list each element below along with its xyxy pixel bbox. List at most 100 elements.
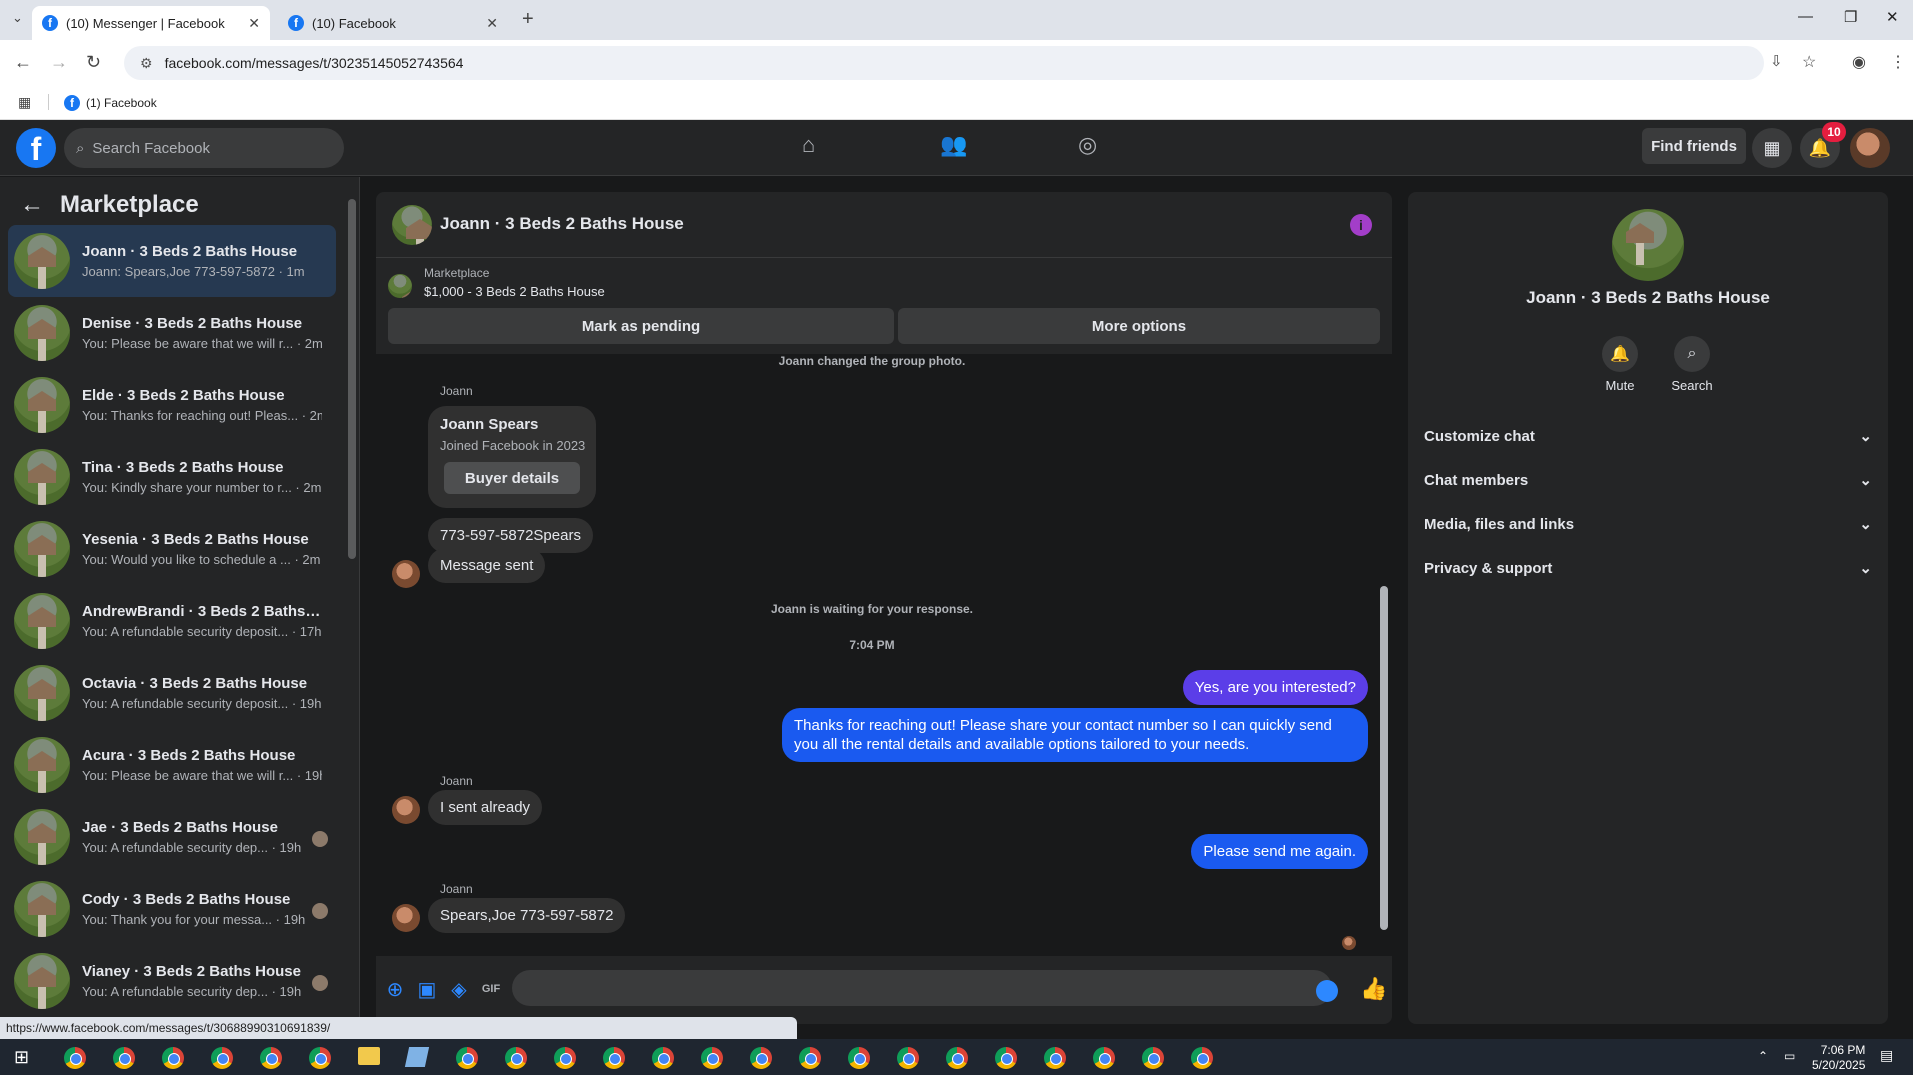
home-icon[interactable]: ⌂ bbox=[802, 132, 815, 158]
conversation-item[interactable]: Cody · 3 Beds 2 Baths House You: Thank yo… bbox=[8, 873, 336, 945]
media-files-links-row[interactable]: Media, files and links ⌄ bbox=[1424, 502, 1872, 546]
menu-dots-icon[interactable]: ⋮ bbox=[1890, 52, 1906, 72]
minimize-icon[interactable]: — bbox=[1798, 8, 1813, 25]
sidebar-scrollbar[interactable] bbox=[348, 199, 356, 559]
tab-facebook[interactable]: f (10) Facebook ✕ bbox=[278, 6, 508, 40]
close-tab-icon[interactable]: ✕ bbox=[486, 15, 498, 32]
tray-chevron-icon[interactable]: ⌃ bbox=[1758, 1049, 1768, 1063]
taskbar-clock[interactable]: 7:06 PM 5/20/2025 bbox=[1812, 1043, 1865, 1073]
bookmark-facebook[interactable]: (1) Facebook bbox=[86, 96, 157, 110]
clock-date: 5/20/2025 bbox=[1812, 1058, 1866, 1072]
sticker-icon[interactable]: ◈ bbox=[448, 978, 470, 1001]
back-arrow-icon[interactable]: ← bbox=[20, 191, 44, 219]
back-icon[interactable]: ← bbox=[14, 52, 32, 73]
mute-button[interactable]: 🔔 Mute bbox=[1590, 336, 1650, 393]
groups-icon[interactable]: ◎ bbox=[1078, 132, 1097, 158]
buyer-details-button[interactable]: Buyer details bbox=[444, 462, 580, 494]
chrome-icon[interactable] bbox=[1044, 1047, 1066, 1069]
sidebar-title: Marketplace bbox=[60, 191, 199, 218]
sender-name: Joann bbox=[440, 774, 473, 788]
chrome-icon[interactable] bbox=[309, 1047, 331, 1069]
sender-avatar[interactable] bbox=[392, 560, 420, 588]
restore-icon[interactable]: ❐ bbox=[1844, 8, 1857, 26]
network-icon[interactable]: ▭ bbox=[1784, 1049, 1795, 1063]
emoji-icon[interactable] bbox=[1316, 980, 1338, 1002]
chrome-icon[interactable] bbox=[603, 1047, 625, 1069]
chrome-icon[interactable] bbox=[946, 1047, 968, 1069]
chrome-icon[interactable] bbox=[652, 1047, 674, 1069]
notepad-icon[interactable] bbox=[404, 1047, 430, 1067]
profile-icon[interactable]: ◉ bbox=[1852, 52, 1866, 72]
chrome-icon[interactable] bbox=[211, 1047, 233, 1069]
apps-grid-icon[interactable]: ▦ bbox=[18, 94, 31, 111]
conversation-item[interactable]: Tina · 3 Beds 2 Baths House You: Kindly s… bbox=[8, 441, 336, 513]
info-icon[interactable]: i bbox=[1350, 214, 1372, 236]
chrome-icon[interactable] bbox=[995, 1047, 1017, 1069]
chrome-icon[interactable] bbox=[848, 1047, 870, 1069]
listing-thumbnail bbox=[14, 953, 70, 1009]
notification-center-icon[interactable]: ▤ bbox=[1880, 1047, 1893, 1064]
plus-icon[interactable]: ⊕ bbox=[384, 978, 406, 1001]
tab-search-icon[interactable]: ⌄ bbox=[12, 10, 23, 26]
file-explorer-icon[interactable] bbox=[358, 1047, 380, 1065]
new-tab-icon[interactable]: + bbox=[522, 8, 534, 31]
facebook-search-input[interactable]: ⌕ Search Facebook bbox=[64, 128, 344, 168]
reload-icon[interactable]: ↻ bbox=[86, 52, 101, 73]
chrome-icon[interactable] bbox=[897, 1047, 919, 1069]
gif-icon[interactable]: GIF bbox=[480, 978, 502, 1000]
account-avatar[interactable] bbox=[1850, 128, 1890, 168]
sender-avatar[interactable] bbox=[392, 904, 420, 932]
forward-icon[interactable]: → bbox=[50, 52, 68, 73]
conversation-item[interactable]: Yesenia · 3 Beds 2 Baths House You: Would… bbox=[8, 513, 336, 585]
conversation-item[interactable]: AndrewBrandi · 3 Beds 2 Baths ... You: A … bbox=[8, 585, 336, 657]
chat-title[interactable]: Joann · 3 Beds 2 Baths House bbox=[440, 214, 684, 234]
message-input[interactable] bbox=[512, 970, 1332, 1006]
read-receipt-avatar bbox=[1342, 936, 1356, 950]
chrome-icon[interactable] bbox=[113, 1047, 135, 1069]
chrome-icon[interactable] bbox=[1093, 1047, 1115, 1069]
friends-icon[interactable]: 👥 bbox=[940, 132, 967, 158]
search-conversation-button[interactable]: ⌕ Search bbox=[1662, 336, 1722, 393]
close-window-icon[interactable]: ✕ bbox=[1886, 8, 1899, 26]
site-info-icon[interactable]: ⚙ bbox=[140, 55, 153, 72]
chat-avatar[interactable] bbox=[392, 205, 432, 245]
chrome-icon[interactable] bbox=[799, 1047, 821, 1069]
chrome-icon[interactable] bbox=[260, 1047, 282, 1069]
conversation-item[interactable]: Vianey · 3 Beds 2 Baths House You: A refu… bbox=[8, 945, 336, 1017]
chrome-icon[interactable] bbox=[701, 1047, 723, 1069]
install-icon[interactable]: ⇩ bbox=[1770, 52, 1783, 70]
menu-grid-icon[interactable]: ▦ bbox=[1752, 128, 1792, 168]
tab-messenger[interactable]: f (10) Messenger | Facebook ✕ bbox=[32, 6, 270, 40]
chat-members-row[interactable]: Chat members ⌄ bbox=[1424, 458, 1872, 502]
conversation-item[interactable]: Elde · 3 Beds 2 Baths House You: Thanks f… bbox=[8, 369, 336, 441]
chrome-icon[interactable] bbox=[1191, 1047, 1213, 1069]
conversation-item[interactable]: Acura · 3 Beds 2 Baths House You: Please … bbox=[8, 729, 336, 801]
bookmark-star-icon[interactable]: ☆ bbox=[1802, 52, 1816, 72]
privacy-support-row[interactable]: Privacy & support ⌄ bbox=[1424, 546, 1872, 590]
facebook-logo-icon[interactable]: f bbox=[16, 128, 56, 168]
chrome-icon[interactable] bbox=[554, 1047, 576, 1069]
conversation-item[interactable]: Jae · 3 Beds 2 Baths House You: A refunda… bbox=[8, 801, 336, 873]
close-tab-icon[interactable]: ✕ bbox=[248, 15, 260, 32]
like-thumb-icon[interactable]: 👍 bbox=[1360, 976, 1387, 1002]
message-thread: Joann changed the group photo. Joann Joa… bbox=[376, 354, 1392, 956]
photo-icon[interactable]: ▣ bbox=[416, 978, 438, 1001]
windows-start-icon[interactable]: ⊞ bbox=[14, 1047, 29, 1068]
chrome-icon[interactable] bbox=[64, 1047, 86, 1069]
chrome-icon[interactable] bbox=[1142, 1047, 1164, 1069]
conversation-item[interactable]: Denise · 3 Beds 2 Baths House You: Please… bbox=[8, 297, 336, 369]
find-friends-button[interactable]: Find friends bbox=[1642, 128, 1746, 164]
chrome-icon[interactable] bbox=[162, 1047, 184, 1069]
chrome-icon[interactable] bbox=[750, 1047, 772, 1069]
conversation-item[interactable]: Joann · 3 Beds 2 Baths House Joann: Spear… bbox=[8, 225, 336, 297]
thread-scrollbar[interactable] bbox=[1380, 586, 1388, 930]
conversation-item[interactable]: Octavia · 3 Beds 2 Baths House You: A ref… bbox=[8, 657, 336, 729]
more-options-button[interactable]: More options bbox=[898, 308, 1380, 344]
customize-chat-row[interactable]: Customize chat ⌄ bbox=[1424, 414, 1872, 458]
url-field[interactable]: ⚙ facebook.com/messages/t/30235145052743… bbox=[124, 46, 1764, 80]
chrome-icon[interactable] bbox=[456, 1047, 478, 1069]
conversation-title: Octavia · 3 Beds 2 Baths House bbox=[82, 675, 308, 692]
mark-as-pending-button[interactable]: Mark as pending bbox=[388, 308, 894, 344]
chrome-icon[interactable] bbox=[505, 1047, 527, 1069]
sender-avatar[interactable] bbox=[392, 796, 420, 824]
